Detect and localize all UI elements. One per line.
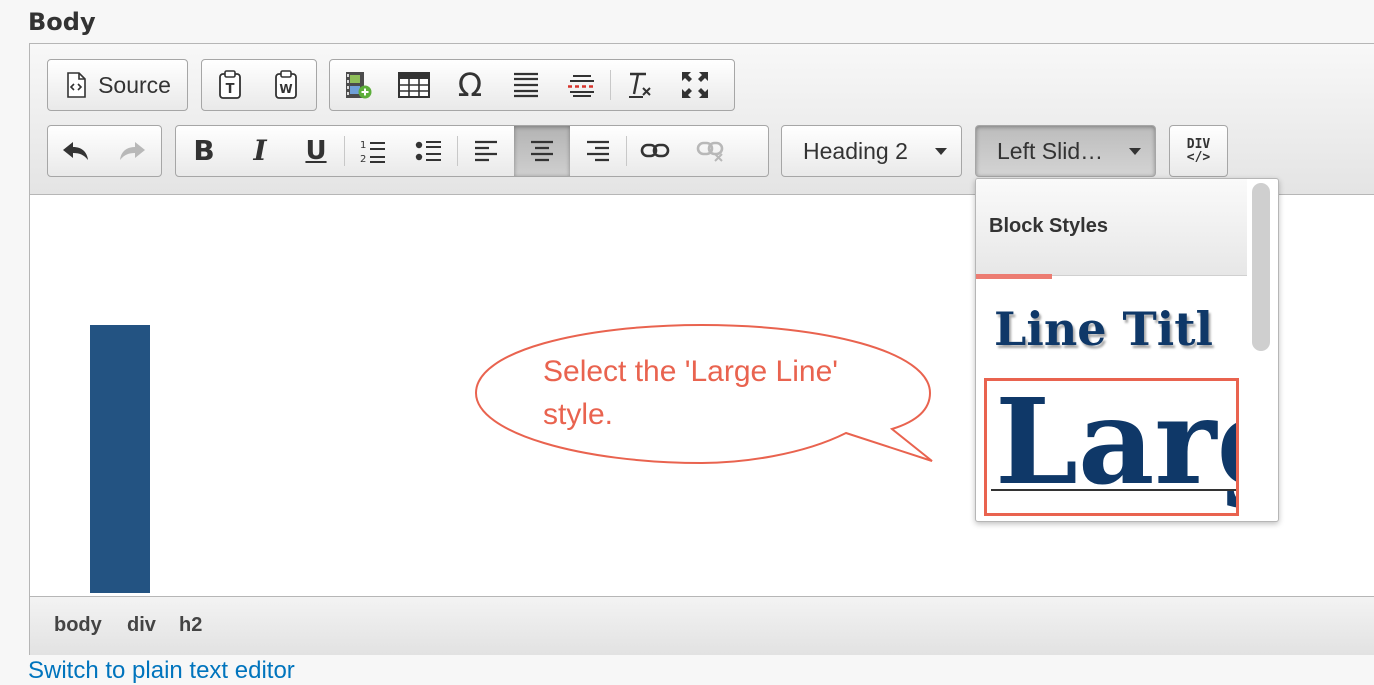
source-button[interactable]: Source <box>48 60 187 110</box>
remove-format-button[interactable] <box>611 60 667 110</box>
block-styles-title: Block Styles <box>989 215 1108 237</box>
special-character-button[interactable]: Ω <box>442 60 498 110</box>
callout-text: Select the 'Large Line' style. <box>543 355 838 431</box>
svg-text:2: 2 <box>360 154 366 164</box>
switch-to-plain-text-link[interactable]: Switch to plain text editor <box>28 657 295 685</box>
align-left-button[interactable] <box>458 126 514 176</box>
align-center-button[interactable] <box>514 126 570 176</box>
italic-icon: I <box>253 134 267 167</box>
path-item-h2[interactable]: h2 <box>179 614 202 637</box>
blue-slide-block <box>90 325 150 593</box>
large-line-underline <box>991 489 1236 491</box>
table-button[interactable] <box>386 60 442 110</box>
path-item-body[interactable]: body <box>54 614 102 637</box>
align-right-button[interactable] <box>570 126 626 176</box>
undo-icon <box>63 142 88 160</box>
undo-button[interactable] <box>48 126 104 176</box>
svg-text:1: 1 <box>360 140 366 151</box>
source-icon <box>67 72 86 98</box>
insert-group: Ω <box>329 59 735 111</box>
page-break-icon <box>568 75 596 97</box>
styles-dropdown-value: Left Slid… <box>997 137 1104 164</box>
paste-from-word-button[interactable]: W <box>258 60 314 110</box>
header-indicator <box>976 274 1052 279</box>
style-option-line-title[interactable]: Line Titl <box>976 287 1247 372</box>
omega-icon: Ω <box>457 66 483 104</box>
align-right-icon <box>587 140 609 162</box>
chevron-down-icon <box>935 148 947 155</box>
link-button[interactable] <box>627 126 683 176</box>
style-option-large-line[interactable]: Larg <box>984 378 1239 516</box>
formatting-group: B I U 1 2 <box>175 125 769 177</box>
link-icon <box>640 143 670 158</box>
styles-dropdown-panel: Block Styles Line Titl Larg <box>975 178 1279 522</box>
maximize-icon <box>682 72 708 98</box>
paste-text-icon: T <box>219 70 241 99</box>
style-option-large-line-label: Larg <box>995 378 1236 511</box>
bold-button[interactable]: B <box>176 126 232 176</box>
format-dropdown-value: Heading 2 <box>803 137 908 164</box>
editor-toolbar: Source T W Ω B I U 1 2 Heading 2 Left Sl… <box>30 44 1374 195</box>
underline-icon: U <box>305 136 327 166</box>
align-left-icon <box>475 140 497 162</box>
redo-icon <box>120 142 145 160</box>
format-dropdown[interactable]: Heading 2 <box>781 125 962 177</box>
maximize-button[interactable] <box>667 60 723 110</box>
field-label: Body <box>28 8 96 36</box>
div-icon-bottom: </> <box>1186 150 1211 165</box>
remove-format-icon <box>629 72 651 98</box>
style-option-line-title-label: Line Titl <box>994 302 1213 356</box>
italic-button[interactable]: I <box>232 126 288 176</box>
undo-group <box>47 125 162 177</box>
numbered-list-icon: 1 2 <box>360 140 385 164</box>
chevron-down-icon <box>1129 148 1141 155</box>
underline-button[interactable]: U <box>288 126 344 176</box>
bulleted-list-button[interactable] <box>401 126 457 176</box>
element-path-bar: body div h2 <box>30 596 1374 655</box>
table-icon <box>398 72 430 98</box>
dropdown-scrollbar[interactable] <box>1252 183 1270 351</box>
paste-text-button[interactable]: T <box>202 60 258 110</box>
horizontal-rule-icon <box>514 72 538 98</box>
insert-media-button[interactable] <box>330 60 386 110</box>
source-group: Source <box>47 59 188 111</box>
block-styles-header: Block Styles <box>976 179 1247 276</box>
align-center-icon <box>531 140 553 162</box>
horizontal-rule-button[interactable] <box>498 60 554 110</box>
redo-button[interactable] <box>104 126 160 176</box>
clipboard-group: T W <box>201 59 317 111</box>
create-div-button[interactable]: DIV </> <box>1170 126 1227 176</box>
svg-text:W: W <box>279 82 292 96</box>
path-item-div[interactable]: div <box>127 614 156 637</box>
source-label: Source <box>98 71 171 98</box>
bold-icon: B <box>193 134 215 167</box>
bulleted-list-icon <box>415 141 441 161</box>
svg-text:T: T <box>226 82 235 97</box>
unlink-button[interactable] <box>683 126 739 176</box>
div-container-group: DIV </> <box>1169 125 1228 177</box>
page-break-button[interactable] <box>554 60 610 110</box>
numbered-list-button[interactable]: 1 2 <box>345 126 401 176</box>
styles-dropdown[interactable]: Left Slid… <box>975 125 1156 177</box>
paste-from-word-icon: W <box>275 70 297 99</box>
insert-media-icon <box>346 72 372 99</box>
unlink-icon <box>696 141 724 162</box>
